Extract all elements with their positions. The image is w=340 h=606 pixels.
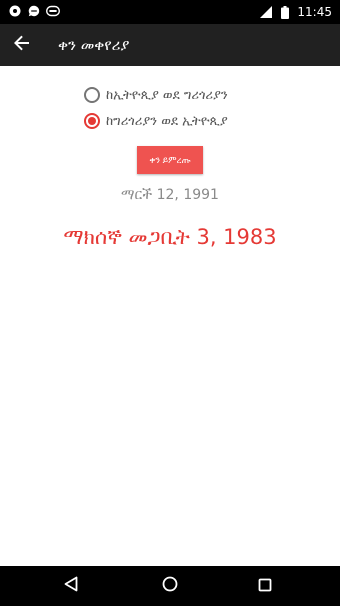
conversion-direction-group: ከኢትዮጲያ ወደ ግሪጎሪያን ከግሪጎሪያን ወደ ኢትዮጲያ (84, 83, 228, 135)
battery-icon (278, 5, 292, 19)
signal-icon (259, 5, 273, 19)
navigation-bar (0, 566, 340, 606)
arrow-back-icon (14, 35, 30, 55)
select-date-button[interactable]: ቀን ይምረጡ (137, 146, 203, 174)
recents-square-icon (258, 577, 272, 596)
media-icon (46, 4, 60, 18)
radio-ethiopian-to-gregorian[interactable]: ከኢትዮጲያ ወደ ግሪጎሪያን (84, 83, 228, 107)
notification-icon (8, 4, 22, 18)
status-bar: 11:45 (0, 0, 340, 24)
back-button[interactable] (10, 33, 34, 57)
result-date: ማክሰኞ መጋቢት 3, 1983 (63, 225, 277, 249)
chat-icon (27, 4, 41, 18)
status-time: 11:45 (297, 5, 332, 19)
radio-button-unchecked[interactable] (84, 87, 100, 103)
nav-back-button[interactable] (61, 576, 81, 596)
home-circle-icon (162, 576, 178, 596)
status-left-icons (8, 4, 60, 18)
radio-label: ከኢትዮጲያ ወደ ግሪጎሪያን (106, 87, 228, 103)
nav-home-button[interactable] (160, 576, 180, 596)
radio-button-checked[interactable] (84, 113, 100, 129)
radio-gregorian-to-ethiopian[interactable]: ከግሪጎሪያን ወደ ኢትዮጲያ (84, 109, 228, 133)
status-right: 11:45 (259, 4, 332, 20)
nav-recents-button[interactable] (255, 576, 275, 596)
page-title: ቀን መቀየሪያ (58, 36, 130, 54)
radio-label: ከግሪጎሪያን ወደ ኢትዮጲያ (106, 113, 228, 129)
input-date: ማርች 12, 1991 (121, 187, 219, 203)
app-bar: ቀን መቀየሪያ (0, 24, 340, 66)
back-triangle-icon (64, 576, 78, 596)
